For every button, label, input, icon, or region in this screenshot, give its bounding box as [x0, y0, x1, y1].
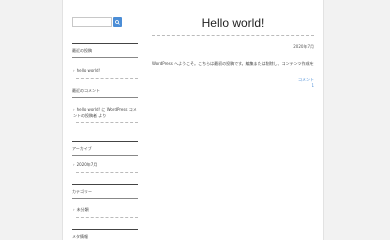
- widget-divider: [72, 198, 138, 199]
- widget-categories: カテゴリー › 未分類: [72, 184, 138, 218]
- widget-title: 最近の投稿: [72, 48, 92, 53]
- post-date[interactable]: 2020年7月: [282, 44, 314, 50]
- widget-divider: [72, 155, 138, 156]
- item-divider: [76, 171, 138, 173]
- widget-divider: [72, 57, 138, 58]
- archive-link[interactable]: 2020年7月: [77, 162, 98, 167]
- search-button[interactable]: [113, 17, 122, 27]
- search-input[interactable]: [72, 17, 112, 27]
- item-divider: [76, 77, 138, 79]
- widget-recent-comments: 最近のコメント › hello world! に WordPress コメントの投…: [72, 86, 138, 123]
- chevron-right-icon: ›: [73, 162, 75, 167]
- widget-title: メタ情報: [72, 234, 88, 239]
- chevron-right-icon: ›: [73, 68, 75, 73]
- widget-title: 最近のコメント: [72, 88, 100, 93]
- widget-title: カテゴリー: [72, 189, 92, 194]
- widget-title: アーカイブ: [72, 146, 92, 151]
- widget-meta: メタ情報: [72, 229, 138, 240]
- post-title[interactable]: Hello world!: [152, 14, 314, 32]
- chevron-right-icon: ›: [73, 107, 75, 112]
- category-link[interactable]: 未分類: [77, 207, 89, 212]
- widget-divider: [72, 229, 138, 230]
- post-content: WordPress へようこそ。こちらは最初の投稿です。編集または削除し、コンテ…: [152, 61, 314, 66]
- widget-divider: [72, 141, 138, 142]
- list-item[interactable]: › 未分類: [72, 207, 138, 213]
- comment-link[interactable]: hello world! に WordPress コメントの投稿者 より: [73, 107, 137, 118]
- comments-link[interactable]: コメント 1: [298, 77, 314, 88]
- post-link[interactable]: hello world!: [77, 68, 101, 73]
- search-icon: [115, 19, 120, 25]
- item-divider: [76, 122, 138, 123]
- list-item[interactable]: › hello world! に WordPress コメントの投稿者 より: [72, 107, 137, 118]
- list-item[interactable]: › hello world!: [72, 68, 138, 74]
- widget-divider: [72, 184, 138, 185]
- title-divider: [152, 35, 314, 36]
- item-divider: [76, 216, 138, 218]
- widget-archives: アーカイブ › 2020年7月: [72, 141, 138, 173]
- widget-recent-posts: 最近の投稿 › hello world!: [72, 43, 138, 79]
- chevron-right-icon: ›: [73, 207, 75, 212]
- widget-divider: [72, 43, 138, 44]
- widget-divider: [72, 97, 138, 98]
- list-item[interactable]: › 2020年7月: [72, 162, 138, 168]
